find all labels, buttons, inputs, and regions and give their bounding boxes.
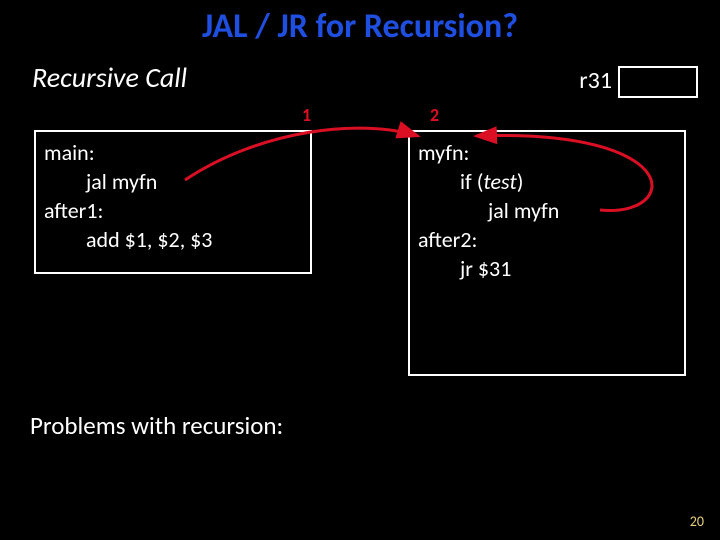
- page-number: 20: [690, 513, 704, 530]
- slide-subtitle: Recursive Call: [32, 60, 187, 95]
- slide-title: JAL / JR for Recursion?: [0, 6, 720, 47]
- code-line: main:: [44, 139, 95, 166]
- code-line: jal myfn: [418, 196, 676, 225]
- code-line: jal myfn: [44, 167, 302, 196]
- code-box-main: main: jal myfn after1: add $1, $2, $3: [34, 130, 312, 274]
- annotation-number-1: 1: [302, 104, 311, 126]
- annotation-number-2: 2: [430, 104, 439, 126]
- register-r31: r31: [579, 66, 698, 98]
- register-value-box: [618, 66, 698, 98]
- code-line: after1:: [44, 197, 103, 224]
- register-label: r31: [579, 66, 612, 95]
- code-line: if (test): [418, 167, 676, 196]
- code-box-myfn: myfn: if (test) jal myfn after2: jr $31: [408, 130, 686, 376]
- code-line: add $1, $2, $3: [44, 225, 302, 254]
- code-text: if (: [460, 168, 483, 195]
- code-text-italic: test: [483, 168, 516, 195]
- code-line: myfn:: [418, 139, 469, 166]
- code-text: ): [517, 168, 524, 195]
- code-line: jr $31: [418, 254, 676, 283]
- code-line: after2:: [418, 226, 477, 253]
- problems-heading: Problems with recursion:: [30, 410, 283, 441]
